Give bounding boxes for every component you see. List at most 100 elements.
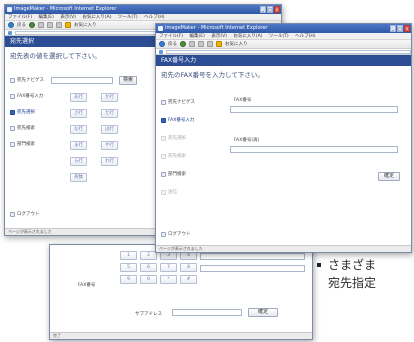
stop-icon[interactable]: [38, 22, 44, 28]
menu-help[interactable]: ヘルプ(H): [144, 15, 164, 20]
logout-button[interactable]: ログアウト: [161, 231, 191, 237]
key-hash[interactable]: #: [180, 275, 197, 284]
index-button[interactable]: た行: [101, 109, 118, 118]
index-button[interactable]: ま行: [70, 141, 87, 150]
home-icon[interactable]: [207, 41, 213, 47]
page-icon: [8, 30, 12, 35]
refresh-icon[interactable]: [47, 22, 53, 28]
key-0[interactable]: 0: [140, 275, 157, 284]
home-icon[interactable]: [56, 22, 62, 28]
close-button[interactable]: ×: [274, 6, 280, 13]
back-label: 戻る: [168, 42, 177, 47]
front-browser-window: ImageMaker - Microsoft Internet Explorer…: [155, 23, 412, 253]
index-button[interactable]: な行: [70, 125, 87, 134]
menu-tools[interactable]: ツール(T): [269, 34, 289, 39]
key-6[interactable]: 6: [140, 263, 157, 272]
stop-icon[interactable]: [189, 41, 195, 47]
index-button[interactable]: あ行: [70, 93, 87, 102]
side-item-navigation[interactable]: 宛先ナビゲス: [161, 99, 195, 105]
side-item-dept[interactable]: 部門検索: [161, 171, 195, 177]
fax-field-bottom-2[interactable]: [200, 265, 305, 272]
index-button[interactable]: や行: [101, 141, 118, 150]
favorites-icon[interactable]: [65, 22, 71, 28]
radio-icon: [10, 141, 15, 147]
side-menu: 宛先ナビゲス FAX番号入力 宛先選択 宛先検索 部門検索 送信: [161, 99, 195, 195]
index-button-grid: あ行 か行 さ行 た行 な行 は行 ま行 や行 ら行 わ行 英数: [53, 93, 143, 193]
key-5[interactable]: 5: [120, 263, 137, 272]
menu-favorites[interactable]: お気に入り(A): [82, 15, 111, 20]
title-bar: ImageMaker - Microsoft Internet Explorer…: [156, 24, 411, 33]
radio-icon: [10, 77, 15, 83]
forward-icon[interactable]: [29, 22, 35, 28]
caption-line-2: 宛先指定: [328, 276, 377, 290]
back-icon[interactable]: [159, 41, 165, 47]
logout-button[interactable]: ログアウト: [10, 211, 40, 217]
menu-file[interactable]: ファイル(F): [159, 34, 183, 39]
radio-icon: [161, 189, 166, 195]
side-menu: 宛先ナビゲス FAX番号入力 宛先選択 宛先検索 部門検索: [10, 77, 44, 147]
fax-number-input[interactable]: [230, 106, 398, 113]
side-item-dept[interactable]: 部門検索: [10, 141, 44, 147]
address-input[interactable]: [166, 49, 411, 54]
minimize-button[interactable]: _: [390, 25, 396, 32]
key-7[interactable]: 7: [160, 263, 177, 272]
menu-file[interactable]: ファイル(F): [8, 15, 32, 20]
maximize-button[interactable]: □: [267, 6, 273, 13]
status-bar: 完了: [50, 332, 312, 339]
confirm-button-bottom[interactable]: 確定: [248, 308, 278, 317]
refresh-icon[interactable]: [198, 41, 204, 47]
favorites-icon[interactable]: [216, 41, 222, 47]
fax-field-bottom[interactable]: [200, 253, 305, 260]
menu-edit[interactable]: 編集(E): [190, 34, 205, 39]
menu-view[interactable]: 表示(V): [211, 34, 227, 39]
side-item-select[interactable]: 宛先選択: [10, 109, 44, 115]
confirm-button[interactable]: 確定: [378, 172, 400, 181]
side-item-search[interactable]: 宛先検索: [10, 125, 44, 131]
close-button[interactable]: ×: [404, 25, 410, 32]
forward-icon[interactable]: [180, 41, 186, 47]
bullet-icon: [317, 263, 321, 267]
side-item-send[interactable]: 送信: [161, 189, 195, 195]
index-button[interactable]: さ行: [70, 109, 87, 118]
key-9[interactable]: 9: [120, 275, 137, 284]
key-8[interactable]: 8: [180, 263, 197, 272]
toolbar: 戻る お気に入り: [156, 40, 411, 49]
index-button[interactable]: ら行: [70, 157, 87, 166]
back-icon[interactable]: [8, 22, 14, 28]
side-item-search[interactable]: 宛先検索: [161, 153, 195, 159]
window-controls: _ □ ×: [260, 6, 280, 13]
window-title: ImageMaker - Microsoft Internet Explorer: [165, 25, 268, 31]
window-title: ImageMaker - Microsoft Internet Explorer: [14, 6, 117, 12]
subaddress-field[interactable]: [172, 309, 242, 316]
index-button[interactable]: か行: [101, 93, 118, 102]
radio-icon: [161, 135, 166, 141]
maximize-button[interactable]: □: [397, 25, 403, 32]
ie-icon: [158, 26, 163, 31]
minimize-button[interactable]: _: [260, 6, 266, 13]
index-button[interactable]: わ行: [101, 157, 118, 166]
side-item-fax-input[interactable]: FAX番号入力: [10, 93, 44, 99]
menu-help[interactable]: ヘルプ(H): [295, 34, 315, 39]
logout-icon: [10, 211, 15, 217]
page-icon: [159, 49, 163, 54]
menu-edit[interactable]: 編集(E): [39, 15, 54, 20]
index-button[interactable]: 英数: [70, 173, 87, 182]
search-field[interactable]: [51, 77, 113, 84]
key-star[interactable]: *: [160, 275, 177, 284]
side-item-select[interactable]: 宛先選択: [161, 135, 195, 141]
menu-tools[interactable]: ツール(T): [118, 15, 138, 20]
side-item-navigation[interactable]: 宛先ナビゲス: [10, 77, 44, 83]
radio-icon: [10, 109, 15, 115]
menu-favorites[interactable]: お気に入り(A): [233, 34, 262, 39]
menu-view[interactable]: 表示(V): [60, 15, 76, 20]
menu-bar: ファイル(F) 編集(E) 表示(V) お気に入り(A) ツール(T) ヘルプ(…: [5, 14, 281, 21]
menu-bar: ファイル(F) 編集(E) 表示(V) お気に入り(A) ツール(T) ヘルプ(…: [156, 33, 411, 40]
side-item-fax-input[interactable]: FAX番号入力: [161, 117, 195, 123]
search-button[interactable]: 検索: [119, 76, 137, 85]
caption-line-1: さまざま: [328, 258, 377, 272]
radio-icon: [161, 153, 166, 159]
radio-icon: [161, 99, 166, 105]
index-button[interactable]: は行: [101, 125, 118, 134]
key-1[interactable]: 1: [120, 251, 137, 260]
fax-number-confirm-input[interactable]: [230, 146, 398, 153]
